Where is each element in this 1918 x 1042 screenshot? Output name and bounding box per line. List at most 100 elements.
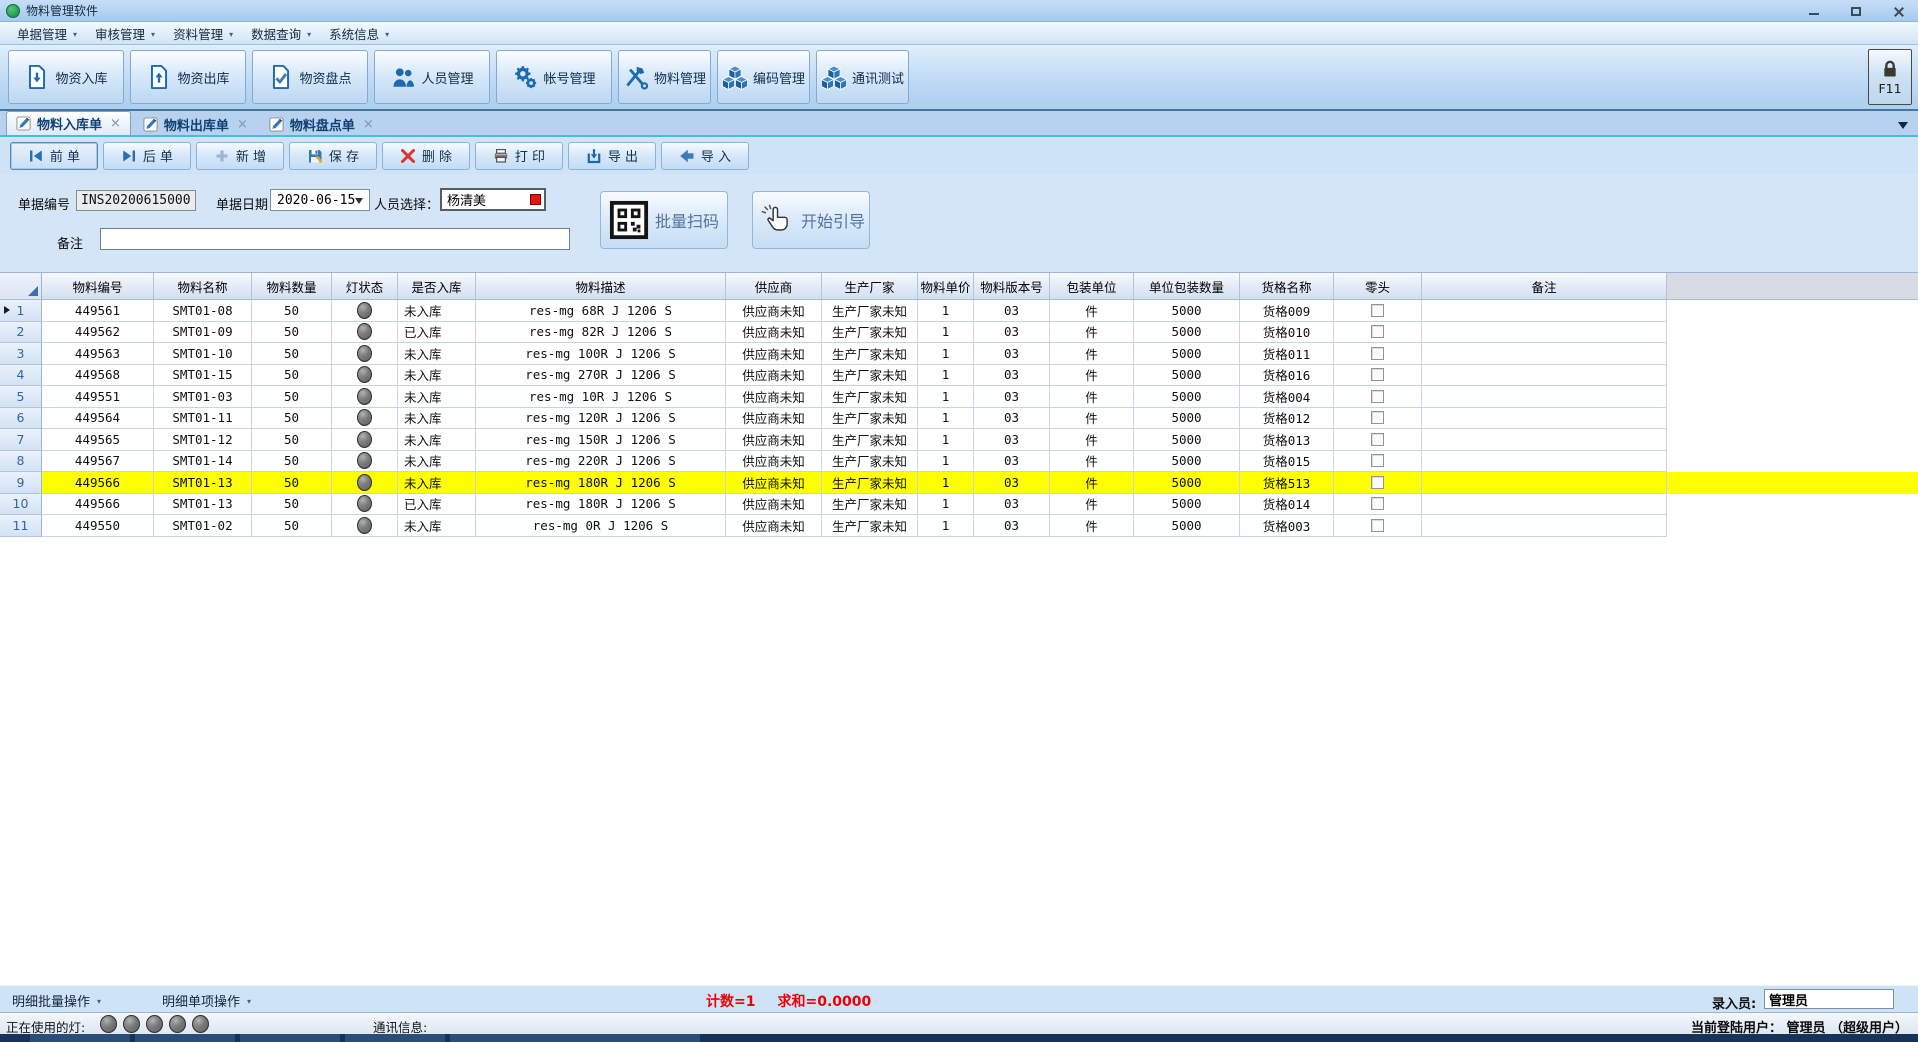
column-header[interactable]: 生产厂家 bbox=[822, 273, 918, 299]
table-cell[interactable]: 5000 bbox=[1134, 343, 1240, 365]
table-cell[interactable]: 货格004 bbox=[1240, 386, 1334, 408]
table-cell[interactable]: 未入库 bbox=[398, 300, 476, 322]
table-cell[interactable]: 未入库 bbox=[398, 451, 476, 473]
table-cell[interactable]: 03 bbox=[974, 300, 1050, 322]
table-cell[interactable]: 生产厂家未知 bbox=[822, 494, 918, 516]
table-cell[interactable]: 50 bbox=[252, 322, 332, 344]
table-cell[interactable] bbox=[1422, 494, 1667, 516]
ribbon-button[interactable]: 物资出库 bbox=[130, 50, 246, 104]
table-cell[interactable]: 5000 bbox=[1134, 365, 1240, 387]
table-cell[interactable]: 449563 bbox=[42, 343, 154, 365]
table-cell[interactable]: 449551 bbox=[42, 386, 154, 408]
table-cell[interactable] bbox=[1422, 343, 1667, 365]
table-cell[interactable]: 50 bbox=[252, 386, 332, 408]
table-cell[interactable]: 已入库 bbox=[398, 322, 476, 344]
tab-list-dropdown-icon[interactable] bbox=[1898, 122, 1908, 129]
table-cell[interactable]: 03 bbox=[974, 494, 1050, 516]
table-cell[interactable]: 5000 bbox=[1134, 472, 1240, 494]
close-icon[interactable]: × bbox=[235, 117, 248, 132]
table-cell[interactable]: 货格014 bbox=[1240, 494, 1334, 516]
table-cell[interactable]: SMT01-14 bbox=[154, 451, 252, 473]
table-cell[interactable]: 449550 bbox=[42, 515, 154, 537]
table-cell[interactable]: 03 bbox=[974, 515, 1050, 537]
column-header[interactable]: 单位包装数量 bbox=[1134, 273, 1240, 299]
close-icon[interactable]: × bbox=[361, 117, 374, 132]
action-button[interactable]: 导 入 bbox=[661, 142, 749, 170]
table-cell[interactable]: res-mg 220R J 1206 S bbox=[476, 451, 726, 473]
lock-f11-button[interactable]: F11 bbox=[1868, 49, 1912, 105]
table-cell[interactable]: 03 bbox=[974, 408, 1050, 430]
table-cell[interactable]: 生产厂家未知 bbox=[822, 365, 918, 387]
ribbon-button[interactable]: 帐号管理 bbox=[496, 50, 612, 104]
table-cell[interactable]: 件 bbox=[1050, 322, 1134, 344]
table-cell[interactable]: 件 bbox=[1050, 408, 1134, 430]
action-button[interactable]: 后 单 bbox=[103, 142, 191, 170]
checkbox[interactable] bbox=[1371, 411, 1384, 424]
person-field[interactable]: 杨清美 bbox=[440, 188, 546, 211]
table-cell[interactable]: 449561 bbox=[42, 300, 154, 322]
table-cell[interactable]: 03 bbox=[974, 451, 1050, 473]
table-cell[interactable]: 50 bbox=[252, 429, 332, 451]
column-header[interactable]: 货格名称 bbox=[1240, 273, 1334, 299]
checkbox[interactable] bbox=[1371, 325, 1384, 338]
table-cell[interactable]: 供应商未知 bbox=[726, 365, 822, 387]
table-cell[interactable]: 1 bbox=[918, 494, 974, 516]
ribbon-button[interactable]: 通讯测试 bbox=[816, 50, 909, 104]
close-icon[interactable]: × bbox=[108, 116, 121, 131]
table-row[interactable]: 6449564SMT01-1150未入库res-mg 120R J 1206 S… bbox=[0, 408, 1918, 430]
table-cell[interactable]: 已入库 bbox=[398, 494, 476, 516]
table-cell[interactable]: 货格009 bbox=[1240, 300, 1334, 322]
start-guide-button[interactable]: 开始引导 bbox=[752, 191, 870, 249]
table-cell[interactable]: 449564 bbox=[42, 408, 154, 430]
table-cell[interactable]: res-mg 270R J 1206 S bbox=[476, 365, 726, 387]
column-header[interactable]: 物料描述 bbox=[476, 273, 726, 299]
table-cell[interactable]: 03 bbox=[974, 343, 1050, 365]
column-header[interactable]: 物料版本号 bbox=[974, 273, 1050, 299]
table-cell[interactable]: 5000 bbox=[1134, 515, 1240, 537]
menu-item[interactable]: 审核管理▾ bbox=[86, 22, 164, 45]
action-button[interactable]: 保 存 bbox=[289, 142, 377, 170]
ribbon-button[interactable]: 编码管理 bbox=[717, 50, 810, 104]
table-cell[interactable]: res-mg 150R J 1206 S bbox=[476, 429, 726, 451]
table-cell[interactable] bbox=[1422, 386, 1667, 408]
table-cell[interactable]: 5000 bbox=[1134, 386, 1240, 408]
table-cell[interactable]: 供应商未知 bbox=[726, 343, 822, 365]
table-cell[interactable]: 供应商未知 bbox=[726, 386, 822, 408]
table-cell[interactable]: 货格016 bbox=[1240, 365, 1334, 387]
table-row[interactable]: 10449566SMT01-1350已入库res-mg 180R J 1206 … bbox=[0, 494, 1918, 516]
tab-物料入库单[interactable]: 物料入库单× bbox=[6, 111, 131, 135]
menu-item[interactable]: 数据查询▾ bbox=[242, 22, 320, 45]
table-cell[interactable]: 449568 bbox=[42, 365, 154, 387]
table-cell[interactable]: 03 bbox=[974, 365, 1050, 387]
table-cell[interactable]: SMT01-10 bbox=[154, 343, 252, 365]
table-cell[interactable] bbox=[1422, 365, 1667, 387]
table-cell[interactable]: 1 bbox=[918, 365, 974, 387]
table-cell[interactable]: SMT01-15 bbox=[154, 365, 252, 387]
table-row[interactable]: 7449565SMT01-1250未入库res-mg 150R J 1206 S… bbox=[0, 429, 1918, 451]
table-cell[interactable]: SMT01-09 bbox=[154, 322, 252, 344]
table-cell[interactable]: 件 bbox=[1050, 386, 1134, 408]
table-cell[interactable]: 件 bbox=[1050, 494, 1134, 516]
table-cell[interactable]: SMT01-13 bbox=[154, 472, 252, 494]
table-cell[interactable]: 1 bbox=[918, 472, 974, 494]
table-cell[interactable]: 货格010 bbox=[1240, 322, 1334, 344]
table-cell[interactable] bbox=[1422, 429, 1667, 451]
column-header[interactable]: 备注 bbox=[1422, 273, 1667, 299]
table-cell[interactable]: 货格003 bbox=[1240, 515, 1334, 537]
table-cell[interactable]: 1 bbox=[918, 408, 974, 430]
action-button[interactable]: 打 印 bbox=[475, 142, 563, 170]
close-icon[interactable] bbox=[1890, 3, 1906, 19]
checkbox[interactable] bbox=[1371, 304, 1384, 317]
table-cell[interactable]: 50 bbox=[252, 408, 332, 430]
column-header[interactable]: 物料单价 bbox=[918, 273, 974, 299]
table-cell[interactable]: SMT01-08 bbox=[154, 300, 252, 322]
doc-no-field[interactable] bbox=[76, 190, 196, 211]
table-cell[interactable]: 50 bbox=[252, 300, 332, 322]
table-cell[interactable]: 供应商未知 bbox=[726, 472, 822, 494]
table-cell[interactable]: 1 bbox=[918, 322, 974, 344]
table-cell[interactable]: 供应商未知 bbox=[726, 515, 822, 537]
checkbox[interactable] bbox=[1371, 497, 1384, 510]
table-cell[interactable] bbox=[1422, 515, 1667, 537]
ribbon-button[interactable]: 物资盘点 bbox=[252, 50, 368, 104]
table-cell[interactable]: 449565 bbox=[42, 429, 154, 451]
